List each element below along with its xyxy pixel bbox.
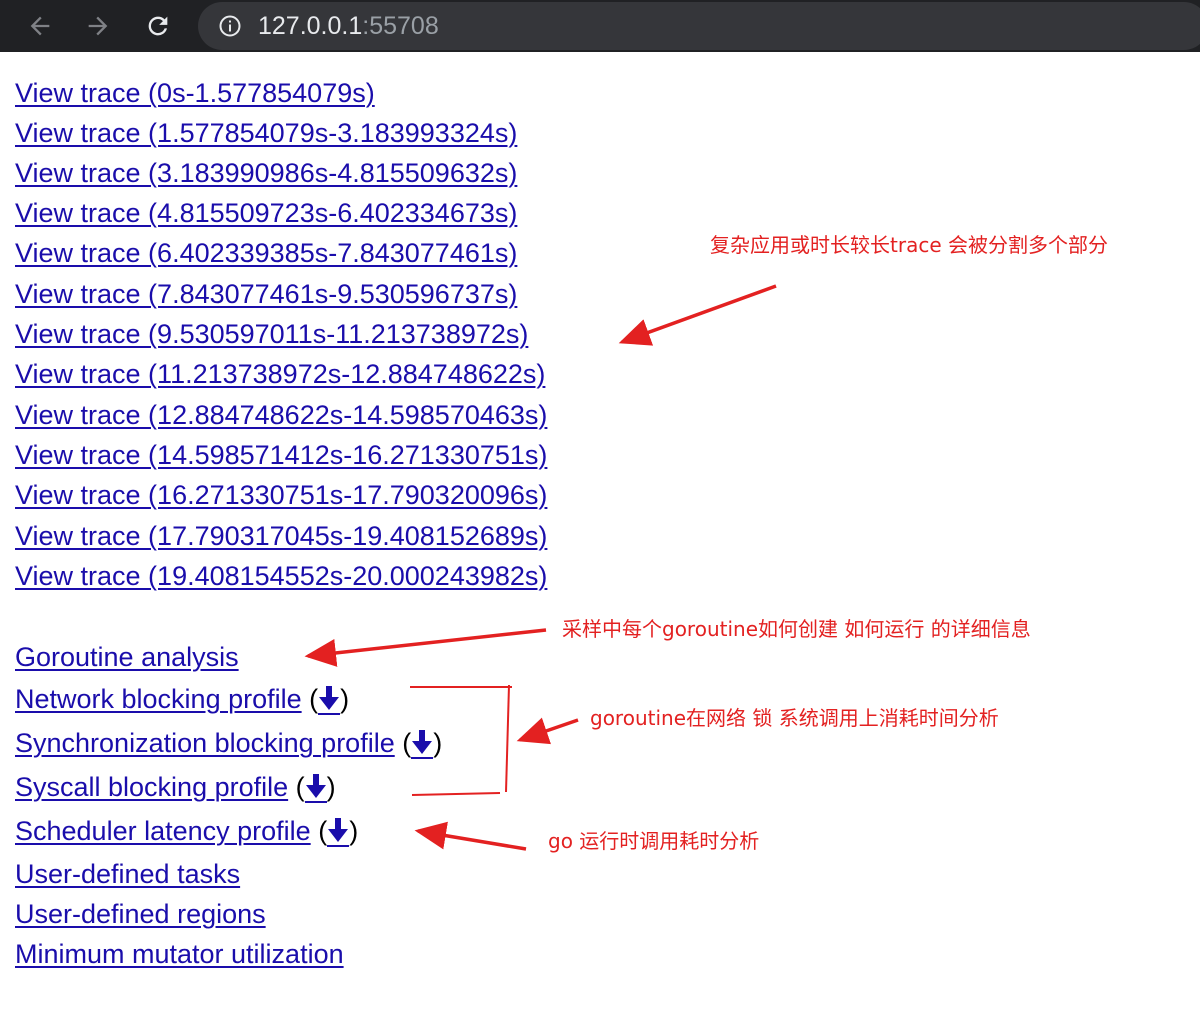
trace-link-row: View trace (7.843077461s-9.530596737s): [15, 278, 517, 310]
trace-link-row: View trace (11.213738972s-12.884748622s): [15, 358, 545, 390]
annotation-arrow: [414, 821, 527, 851]
minimum-mutator-utilization-link[interactable]: Minimum mutator utilization: [15, 939, 344, 969]
annotation-blocking: goroutine在网络 锁 系统调用上消耗时间分析: [590, 706, 999, 730]
synchronization-blocking-profile-link[interactable]: Synchronization blocking profile: [15, 728, 395, 758]
user-tasks-row: User-defined tasks: [15, 858, 240, 890]
download-button[interactable]: [304, 773, 327, 803]
download-arrow-icon: [305, 774, 326, 798]
scheduler-latency-profile-link[interactable]: Scheduler latency profile: [15, 816, 311, 846]
download-arrow-icon: [412, 730, 433, 754]
trace-link-row: View trace (0s-1.577854079s): [15, 77, 375, 109]
info-icon[interactable]: [218, 14, 242, 38]
view-trace-link[interactable]: View trace (6.402339385s-7.843077461s): [15, 238, 517, 268]
mmu-row: Minimum mutator utilization: [15, 938, 344, 970]
close-paren: ): [340, 684, 350, 714]
network-blocking-profile-link[interactable]: Network blocking profile: [15, 684, 302, 714]
download-arrow-icon: [319, 686, 340, 710]
download-button[interactable]: [318, 685, 341, 715]
url-port: :55708: [362, 12, 439, 40]
goroutine-analysis-row: Goroutine analysis: [15, 641, 239, 673]
arrow-left-icon: [30, 16, 50, 36]
forward-button[interactable]: [78, 6, 118, 46]
download-button[interactable]: [327, 817, 350, 847]
open-paren: (: [295, 772, 305, 802]
url-text: 127.0.0.1:55708: [258, 12, 439, 40]
arrow-right-icon: [88, 16, 108, 36]
trace-link-row: View trace (1.577854079s-3.183993324s): [15, 117, 517, 149]
back-button[interactable]: [20, 6, 60, 46]
trace-link-row: View trace (16.271330751s-17.790320096s): [15, 479, 547, 511]
annotation-arrow: [516, 717, 579, 745]
view-trace-link[interactable]: View trace (1.577854079s-3.183993324s): [15, 118, 517, 148]
close-paren: ): [349, 816, 359, 846]
view-trace-link[interactable]: View trace (3.183990986s-4.815509632s): [15, 158, 517, 188]
user-regions-row: User-defined regions: [15, 898, 266, 930]
address-bar[interactable]: 127.0.0.1:55708: [198, 2, 1200, 50]
open-paren: (: [318, 816, 328, 846]
user-defined-tasks-link[interactable]: User-defined tasks: [15, 859, 240, 889]
trace-link-row: View trace (6.402339385s-7.843077461s): [15, 237, 517, 269]
close-paren: ): [326, 772, 336, 802]
syscall-blocking-profile-link[interactable]: Syscall blocking profile: [15, 772, 288, 802]
scheduler-latency-row: Scheduler latency profile (): [15, 815, 358, 847]
view-trace-link[interactable]: View trace (9.530597011s-11.213738972s): [15, 319, 528, 349]
view-trace-link[interactable]: View trace (16.271330751s-17.790320096s): [15, 480, 547, 510]
trace-link-row: View trace (14.598571412s-16.271330751s): [15, 439, 547, 471]
view-trace-link[interactable]: View trace (12.884748622s-14.598570463s): [15, 400, 547, 430]
reload-button[interactable]: [138, 6, 178, 46]
syscall-blocking-row: Syscall blocking profile (): [15, 771, 336, 803]
open-paren: (: [402, 728, 412, 758]
view-trace-link[interactable]: View trace (7.843077461s-9.530596737s): [15, 279, 517, 309]
close-paren: ): [433, 728, 443, 758]
browser-toolbar: 127.0.0.1:55708: [0, 0, 1200, 52]
view-trace-link[interactable]: View trace (11.213738972s-12.884748622s): [15, 359, 545, 389]
view-trace-link[interactable]: View trace (17.790317045s-19.408152689s): [15, 521, 547, 551]
view-trace-link[interactable]: View trace (0s-1.577854079s): [15, 78, 375, 108]
download-arrow-icon: [328, 818, 349, 842]
annotation-scheduler: go 运行时调用耗时分析: [548, 829, 760, 853]
trace-link-row: View trace (3.183990986s-4.815509632s): [15, 157, 517, 189]
goroutine-analysis-link[interactable]: Goroutine analysis: [15, 642, 239, 672]
url-host: 127.0.0.1: [258, 12, 363, 40]
view-trace-link[interactable]: View trace (19.408154552s-20.000243982s): [15, 561, 547, 591]
annotation-arrow: [304, 628, 547, 667]
open-paren: (: [309, 684, 319, 714]
annotation-goroutine: 采样中每个goroutine如何创建 如何运行 的详细信息: [562, 617, 1031, 641]
trace-link-row: View trace (4.815509723s-6.402334673s): [15, 197, 517, 229]
sync-blocking-row: Synchronization blocking profile (): [15, 727, 442, 759]
user-defined-regions-link[interactable]: User-defined regions: [15, 899, 266, 929]
view-trace-link[interactable]: View trace (14.598571412s-16.271330751s): [15, 440, 547, 470]
view-trace-link[interactable]: View trace (4.815509723s-6.402334673s): [15, 198, 517, 228]
trace-link-row: View trace (17.790317045s-19.408152689s): [15, 520, 547, 552]
network-blocking-row: Network blocking profile (): [15, 683, 349, 715]
trace-link-row: View trace (12.884748622s-14.598570463s): [15, 399, 547, 431]
trace-link-row: View trace (9.530597011s-11.213738972s): [15, 318, 528, 350]
annotation-trace-split: 复杂应用或时长较长trace 会被分割多个部分: [710, 233, 1108, 257]
trace-link-row: View trace (19.408154552s-20.000243982s): [15, 560, 547, 592]
annotation-arrow: [618, 284, 777, 346]
download-button[interactable]: [411, 729, 434, 759]
reload-icon: [148, 16, 168, 36]
